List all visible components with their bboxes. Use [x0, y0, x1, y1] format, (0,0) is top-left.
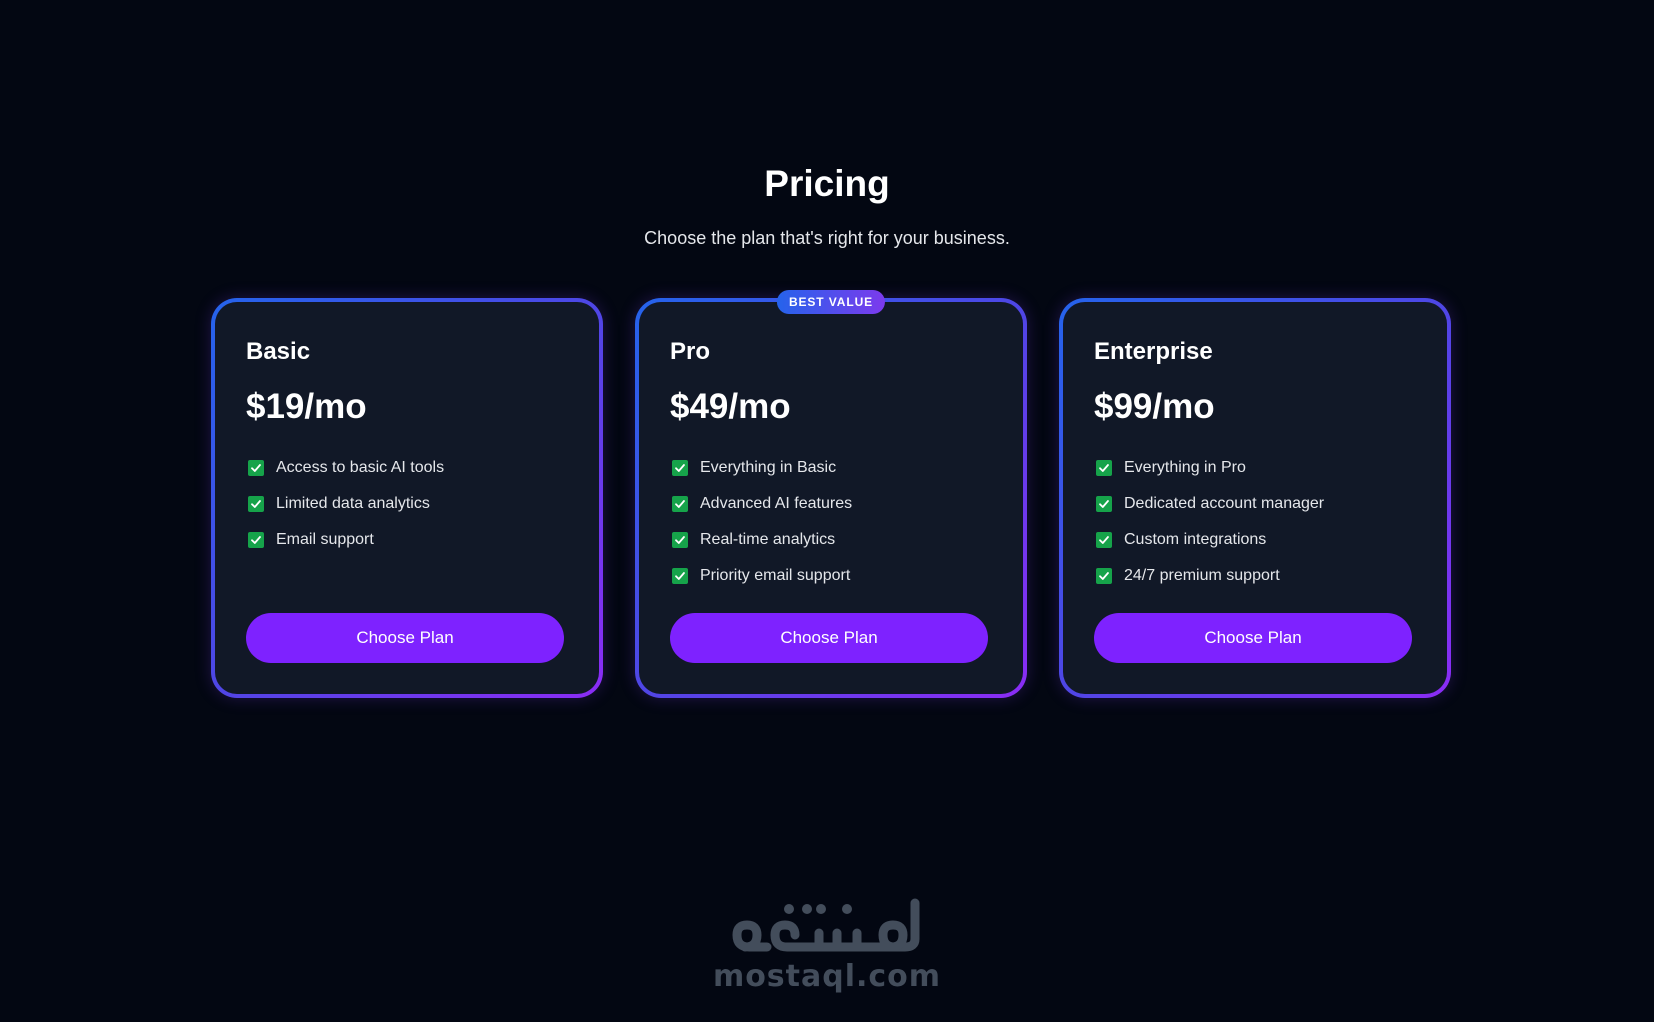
plan-price: $99/mo [1094, 387, 1215, 426]
plan-name: Basic [246, 338, 311, 365]
best-value-badge: BEST VALUE [776, 290, 886, 314]
plan-card-enterprise: Enterprise $99/mo Everything in Pro Dedi… [1059, 298, 1451, 698]
feature-item: Custom integrations [1094, 522, 1416, 558]
feature-item: Dedicated account manager [1094, 486, 1416, 522]
plan-price: $19/mo [246, 387, 367, 426]
check-icon [1096, 568, 1112, 584]
check-icon [248, 460, 264, 476]
feature-label: Email support [276, 531, 374, 548]
plan-card-body: Basic $19/mo Access to basic AI tools Li… [215, 302, 599, 694]
plan-price: $49/mo [670, 387, 791, 426]
page-subtitle: Choose the plan that's right for your bu… [644, 228, 1010, 248]
feature-item: Real-time analytics [670, 522, 992, 558]
check-icon [248, 532, 264, 548]
feature-item: Priority email support [670, 558, 992, 594]
page-title: Pricing [764, 163, 890, 204]
check-icon [1096, 532, 1112, 548]
feature-item: Everything in Pro [1094, 450, 1416, 486]
feature-label: Priority email support [700, 567, 851, 584]
feature-label: Dedicated account manager [1124, 495, 1325, 512]
plan-card-pro: BEST VALUE Pro $49/mo Everything in Basi… [635, 290, 1027, 698]
feature-item: Access to basic AI tools [246, 450, 568, 486]
plan-card-basic: Basic $19/mo Access to basic AI tools Li… [211, 298, 603, 698]
feature-label: Limited data analytics [276, 495, 430, 512]
check-icon [1096, 460, 1112, 476]
feature-item: Everything in Basic [670, 450, 992, 486]
feature-item: Email support [246, 522, 568, 558]
mostaql-logo [732, 898, 920, 952]
pricing-cards: Basic $19/mo Access to basic AI tools Li… [211, 290, 1451, 698]
plan-name: Enterprise [1094, 338, 1213, 365]
feature-label: Custom integrations [1124, 531, 1267, 548]
pricing-header: Pricing Choose the plan that's right for… [0, 160, 1654, 250]
feature-list: Everything in Pro Dedicated account mana… [1094, 450, 1416, 610]
check-icon [1096, 496, 1112, 512]
check-icon [672, 532, 688, 548]
feature-label: 24/7 premium support [1124, 567, 1280, 584]
feature-item: 24/7 premium support [1094, 558, 1416, 594]
plan-card-body: Enterprise $99/mo Everything in Pro Dedi… [1063, 302, 1447, 694]
feature-label: Access to basic AI tools [276, 459, 445, 476]
feature-item: Advanced AI features [670, 486, 992, 522]
check-icon [248, 496, 264, 512]
feature-label: Everything in Basic [700, 459, 837, 476]
check-icon [672, 496, 688, 512]
plan-card-body: Pro $49/mo Everything in Basic Advanced … [639, 302, 1023, 694]
plan-name: Pro [670, 338, 711, 365]
feature-label: Real-time analytics [700, 531, 836, 548]
choose-plan-button-pro[interactable]: Choose Plan [670, 613, 988, 663]
check-icon [672, 460, 688, 476]
watermark-latin-text: mostaql.com [712, 959, 942, 994]
feature-label: Everything in Pro [1124, 459, 1246, 476]
pricing-page: Pricing Choose the plan that's right for… [0, 0, 1654, 1022]
choose-plan-button-basic[interactable]: Choose Plan [246, 613, 564, 663]
feature-item: Limited data analytics [246, 486, 568, 522]
check-icon [672, 568, 688, 584]
feature-list: Access to basic AI tools Limited data an… [246, 450, 568, 610]
feature-label: Advanced AI features [700, 495, 853, 512]
choose-plan-button-enterprise[interactable]: Choose Plan [1094, 613, 1412, 663]
mostaql-watermark: mostaql.com [0, 895, 1654, 994]
feature-list: Everything in Basic Advanced AI features… [670, 450, 992, 610]
